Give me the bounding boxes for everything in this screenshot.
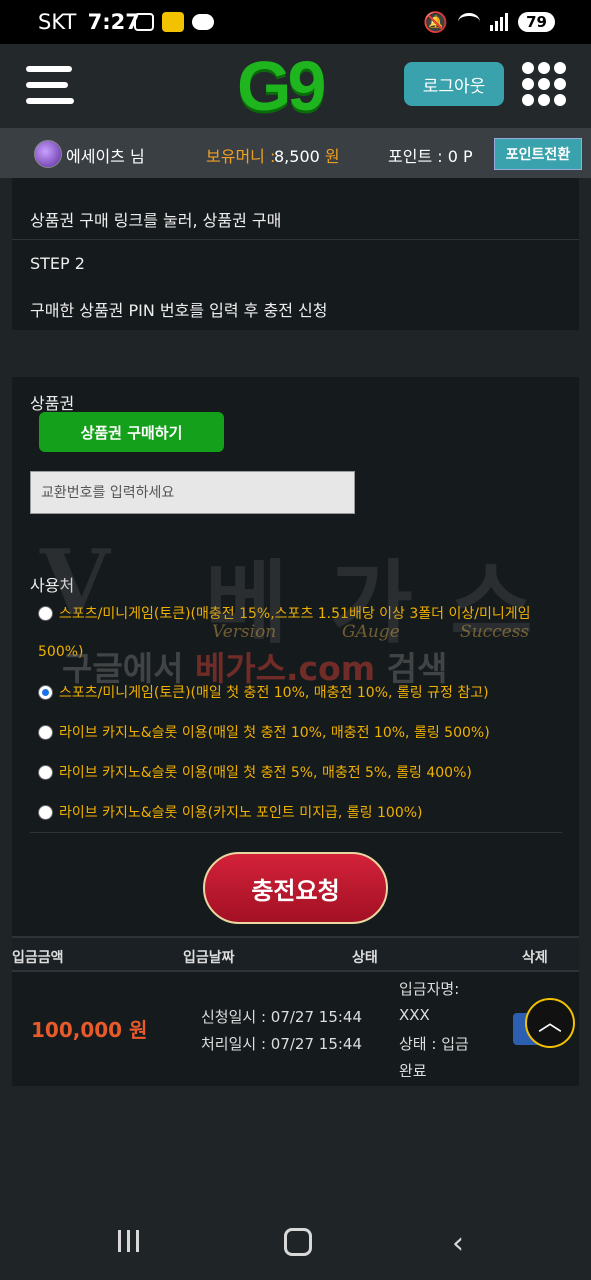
chevron-up-icon[interactable]: ︿ [525,998,575,1048]
charge-form: 상품권 상품권 구매하기 사용처 스포츠/미니게임(토큰)(매충전 15%,스포… [12,377,579,937]
gift-label: 상품권 [30,394,75,413]
table-header: 입금금액 입금날짜 상태 삭제 [12,936,579,972]
money-label: 보유머니 : [206,147,276,166]
screenshot-icon [134,13,154,31]
status-bar: SKT 7:27 🔕 79 [0,0,591,44]
col-status: 상태 [352,950,378,966]
steps-panel: 상품권 구매 링크를 눌러, 상품권 구매 STEP 2 구매한 상품권 PIN… [12,178,579,330]
status-complete: 완료 [399,1062,427,1080]
user-info-bar: 에세이츠 님 보유머니 : 8,500 원 포인트 : 0 P 포인트전환 [0,128,591,178]
radio-button[interactable] [38,724,53,740]
deposit-amount: 100,000 원 [31,1018,148,1042]
mute-icon: 🔕 [423,10,449,34]
clock: 7:27 [87,10,140,34]
chat-icon [192,14,214,30]
point-convert-button[interactable]: 포인트전환 [494,138,582,170]
avatar [34,140,62,168]
app-notification-icon [162,12,184,32]
hamburger-icon[interactable] [26,66,76,108]
depositor-label: 입금자명: [399,980,460,998]
back-icon[interactable]: ‹ [452,1226,464,1261]
col-date: 입금날짜 [183,950,235,966]
usage-label: 사용처 [30,576,75,595]
wifi-icon [458,13,481,31]
signal-icon [490,13,509,31]
buy-gift-button[interactable]: 상품권 구매하기 [39,412,224,452]
usage-option-3[interactable]: 라이브 카지노&슬롯 이용(매일 첫 충전 10%, 매충전 10%, 롤링 5… [38,714,548,752]
step2-description: 구매한 상품권 PIN 번호를 입력 후 충전 신청 [30,301,328,320]
deposit-table: 입금금액 입금날짜 상태 삭제 100,000 원 신청일시 : 07/27 1… [12,936,579,1086]
radio-button[interactable] [38,804,53,820]
money-value: 8,500 원 [274,147,340,166]
radio-button[interactable] [38,764,53,780]
status-right: 🔕 79 [423,10,555,34]
status-text: 상태 : 입금 [399,1035,469,1053]
usage-option-5[interactable]: 라이브 카지노&슬롯 이용(카지노 포인트 미지급, 롤링 100%) [38,794,548,832]
username: 에세이츠 님 [66,147,145,166]
system-nav-bar: ‹ [0,1190,591,1280]
grid-icon[interactable] [522,62,566,106]
point-text: 포인트 : 0 P [388,147,473,166]
request-time: 신청일시 : 07/27 15:44 [201,1008,363,1026]
col-delete: 삭제 [522,950,548,966]
site-logo[interactable]: G9 [237,44,357,128]
code-input[interactable] [30,471,355,514]
step1-description: 상품권 구매 링크를 눌러, 상품권 구매 [30,211,282,230]
step2-title: STEP 2 [30,254,85,273]
home-icon[interactable] [284,1228,312,1256]
radio-button[interactable] [38,605,53,621]
usage-option-1[interactable]: 스포츠/미니게임(토큰)(매충전 15%,스포츠 1.51배당 이상 3폴더 이… [38,595,548,671]
process-time: 처리일시 : 07/27 15:44 [201,1035,363,1053]
status-left: SKT 7:27 [38,10,140,34]
usage-option-2[interactable]: 스포츠/미니게임(토큰)(매일 첫 충전 10%, 매충전 10%, 롤링 규정… [38,674,548,712]
recent-apps-icon[interactable] [118,1230,144,1252]
battery-indicator: 79 [518,12,555,32]
notification-icons [134,12,214,32]
depositor-name: XXX [399,1006,430,1024]
site-header: G9 로그아웃 [0,44,591,128]
charge-request-button[interactable]: 충전요청 [203,852,388,924]
radio-button[interactable] [38,684,53,700]
col-amount: 입금금액 [12,950,64,966]
usage-option-4[interactable]: 라이브 카지노&슬롯 이용(매일 첫 충전 5%, 매충전 5%, 롤링 400… [38,754,548,792]
carrier: SKT [38,10,77,34]
logout-button[interactable]: 로그아웃 [404,62,504,106]
money-unit: 원 [324,147,340,166]
